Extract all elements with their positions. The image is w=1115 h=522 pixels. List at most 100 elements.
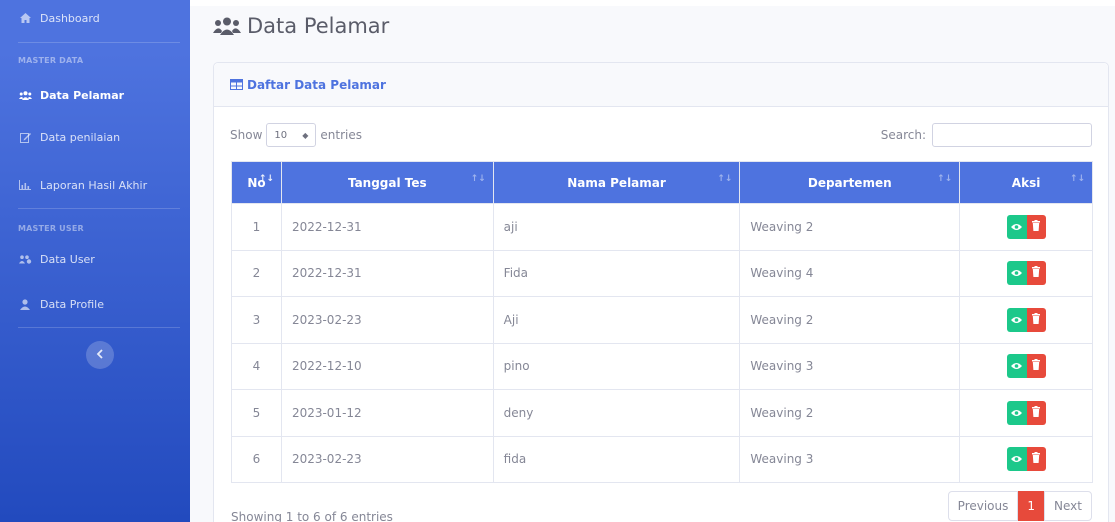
table-row: 1 2022-12-31 aji Weaving 2 xyxy=(231,203,1093,251)
search-group: Search: xyxy=(881,123,1092,147)
sort-icon: ↑↓ xyxy=(258,174,274,184)
delete-button[interactable] xyxy=(1026,354,1046,379)
delete-button[interactable] xyxy=(1026,400,1046,425)
sidebar-heading-master-user: MASTER USER xyxy=(18,224,84,233)
view-button[interactable] xyxy=(1006,447,1027,472)
trash-icon xyxy=(1032,452,1041,466)
entries-select[interactable]: 10 ◆ xyxy=(266,123,317,147)
view-button[interactable] xyxy=(1006,400,1027,425)
next-button[interactable]: Next xyxy=(1044,491,1092,521)
home-icon xyxy=(18,12,32,24)
sidebar-item-label: Laporan Hasil Akhir xyxy=(40,178,148,192)
delete-button[interactable] xyxy=(1026,261,1046,286)
sidebar-heading-master-data: MASTER DATA xyxy=(18,56,84,65)
cell-nama: fida xyxy=(492,435,741,483)
sort-icon: ↑↓ xyxy=(937,174,953,184)
entries-label: entries xyxy=(320,128,362,142)
sidebar-item-data-user[interactable]: Data User xyxy=(0,249,190,269)
sort-icon: ↑↓ xyxy=(717,174,733,184)
column-header-tanggal-tes[interactable]: Tanggal Tes ↑↓ xyxy=(280,161,494,204)
cell-no: 6 xyxy=(231,435,282,483)
sidebar-divider xyxy=(18,327,180,328)
cell-aksi xyxy=(959,249,1093,297)
edit-icon xyxy=(18,131,32,143)
data-card: Daftar Data Pelamar Show 10 ◆ entries Se… xyxy=(213,62,1109,522)
view-button[interactable] xyxy=(1006,307,1027,332)
user-icon xyxy=(18,298,32,310)
topbar xyxy=(190,0,1115,6)
view-button[interactable] xyxy=(1006,354,1027,379)
column-header-aksi[interactable]: Aksi ↑↓ xyxy=(959,161,1093,204)
cell-tanggal: 2022-12-31 xyxy=(280,249,494,297)
eye-icon xyxy=(1011,220,1023,234)
table-row: 4 2022-12-10 pino Weaving 3 xyxy=(231,342,1093,390)
sidebar-item-laporan-hasil-akhir[interactable]: Laporan Hasil Akhir xyxy=(0,175,190,195)
sort-icon: ↑↓ xyxy=(470,174,486,184)
cell-nama: pino xyxy=(492,342,741,390)
cell-departemen: Weaving 2 xyxy=(739,296,961,344)
sidebar: Dashboard MASTER DATA Data Pelamar Data … xyxy=(0,0,190,522)
view-button[interactable] xyxy=(1006,261,1027,286)
cell-departemen: Weaving 2 xyxy=(739,203,961,251)
cell-tanggal: 2023-01-12 xyxy=(280,389,494,437)
previous-button[interactable]: Previous xyxy=(947,491,1019,521)
cell-aksi xyxy=(959,435,1093,483)
pelamar-table: No ↑↓ Tanggal Tes ↑↓ Nama Pelamar ↑↓ Depart… xyxy=(231,161,1093,483)
column-header-no[interactable]: No ↑↓ xyxy=(231,161,282,204)
column-header-departemen[interactable]: Departemen ↑↓ xyxy=(739,161,961,204)
table-row: 6 2023-02-23 fida Weaving 3 xyxy=(231,435,1093,483)
cell-tanggal: 2023-02-23 xyxy=(280,296,494,344)
sidebar-item-data-pelamar[interactable]: Data Pelamar xyxy=(0,85,190,105)
cell-aksi xyxy=(959,203,1093,251)
cell-nama: Aji xyxy=(492,296,741,344)
cell-no: 5 xyxy=(231,389,282,437)
trash-icon xyxy=(1032,266,1041,280)
sidebar-item-dashboard[interactable]: Dashboard xyxy=(0,8,190,28)
page-title-text: Data Pelamar xyxy=(247,14,390,38)
show-label: Show xyxy=(230,128,263,142)
sidebar-item-label: Data penilaian xyxy=(40,130,121,144)
trash-icon xyxy=(1032,359,1041,373)
sidebar-item-label: Data Profile xyxy=(40,297,104,311)
sidebar-item-label: Dashboard xyxy=(40,11,100,25)
eye-icon xyxy=(1011,359,1023,373)
eye-icon xyxy=(1011,406,1023,420)
sidebar-item-data-penilaian[interactable]: Data penilaian xyxy=(0,127,190,147)
sort-icon: ↑↓ xyxy=(1069,174,1085,184)
delete-button[interactable] xyxy=(1026,447,1046,472)
trash-icon xyxy=(1032,312,1041,327)
table-row: 5 2023-01-12 deny Weaving 2 xyxy=(231,389,1093,437)
delete-button[interactable] xyxy=(1026,214,1046,239)
sidebar-item-data-profile[interactable]: Data Profile xyxy=(0,294,190,314)
table-icon xyxy=(230,79,243,90)
search-input[interactable] xyxy=(932,123,1092,147)
users-cog-icon xyxy=(18,253,32,265)
view-button[interactable] xyxy=(1006,214,1027,239)
table-row: 2 2022-12-31 Fida Weaving 4 xyxy=(231,249,1093,297)
table-controls: Show 10 ◆ entries Search: xyxy=(230,123,1092,147)
sidebar-divider xyxy=(18,208,180,209)
eye-icon xyxy=(1011,313,1023,327)
eye-icon xyxy=(1011,266,1023,280)
sidebar-item-label: Data User xyxy=(40,252,95,266)
entries-length: Show 10 ◆ entries xyxy=(230,123,362,147)
sidebar-divider xyxy=(18,42,180,43)
cell-tanggal: 2022-12-10 xyxy=(280,342,494,390)
chevron-left-icon xyxy=(96,347,104,363)
table-row: 3 2023-02-23 Aji Weaving 2 xyxy=(231,296,1093,344)
entries-select-value: 10 xyxy=(274,129,288,141)
page-button-1[interactable]: 1 xyxy=(1018,491,1045,521)
chart-icon xyxy=(18,179,32,191)
cell-nama: deny xyxy=(492,389,741,437)
page-title: Data Pelamar xyxy=(213,14,389,38)
sidebar-toggle-button[interactable] xyxy=(86,341,114,369)
cell-no: 2 xyxy=(231,249,282,297)
table-info: Showing 1 to 6 of 6 entries xyxy=(231,510,393,522)
column-header-nama-pelamar[interactable]: Nama Pelamar ↑↓ xyxy=(492,161,741,204)
delete-button[interactable] xyxy=(1026,307,1046,332)
sidebar-item-label: Data Pelamar xyxy=(40,88,125,102)
card-header-title: Daftar Data Pelamar xyxy=(247,77,386,92)
cell-tanggal: 2022-12-31 xyxy=(280,203,494,251)
pagination: Previous 1 Next xyxy=(947,491,1092,521)
cell-departemen: Weaving 2 xyxy=(739,389,961,437)
